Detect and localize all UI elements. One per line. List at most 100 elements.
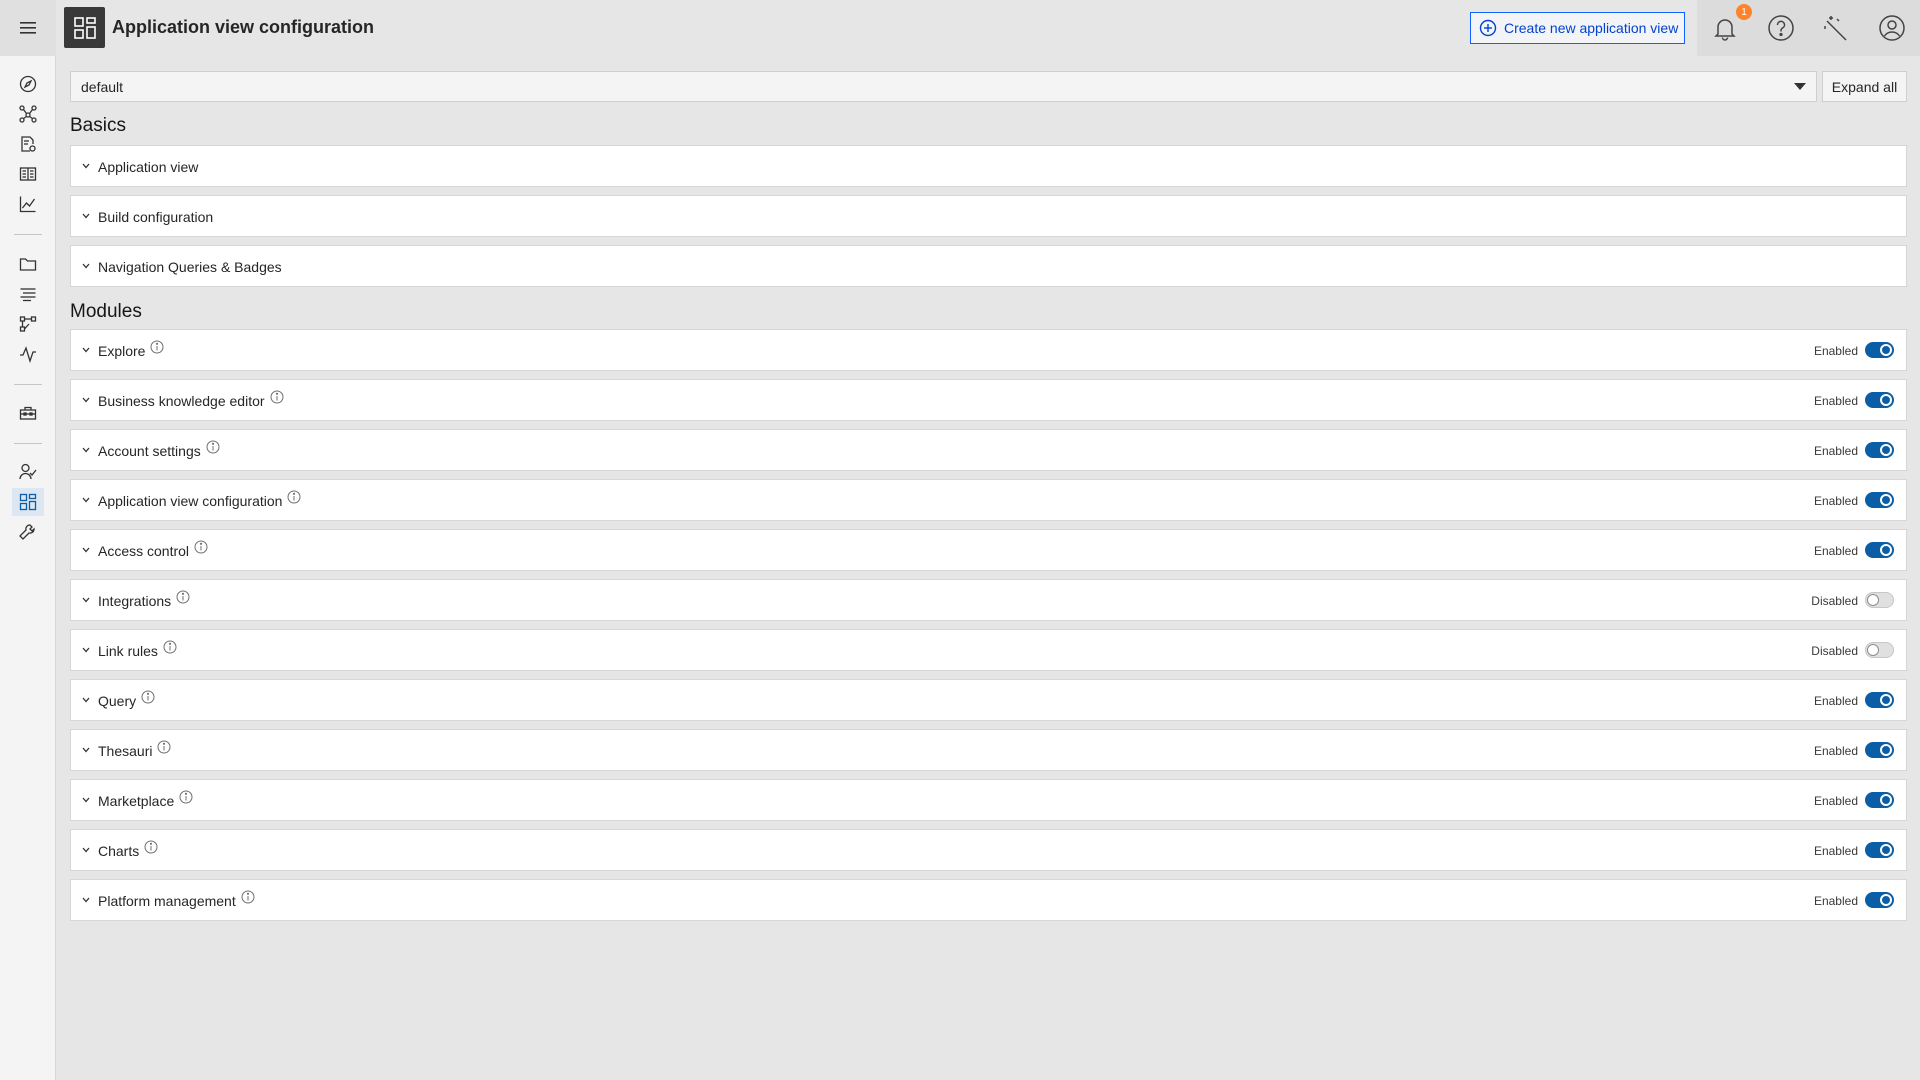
chevron-down-icon xyxy=(82,447,90,453)
module-toggle[interactable] xyxy=(1865,592,1894,608)
module-toggle[interactable] xyxy=(1865,742,1894,758)
accordion-build-configuration[interactable]: Build configuration xyxy=(70,195,1907,237)
module-row[interactable]: Platform management Enabled xyxy=(70,879,1907,921)
nav-explore[interactable] xyxy=(12,70,44,98)
module-label-wrap: Explore xyxy=(98,340,164,359)
notifications-button[interactable]: 1 xyxy=(1697,0,1753,56)
module-label: Platform management xyxy=(98,893,236,909)
toggle-knob xyxy=(1880,894,1892,906)
module-status: Enabled xyxy=(1813,394,1858,408)
module-label-wrap: Query xyxy=(98,690,155,709)
nav-folders[interactable] xyxy=(12,250,44,278)
nav-platform-tools[interactable] xyxy=(12,518,44,546)
info-icon[interactable] xyxy=(194,540,208,554)
info-icon[interactable] xyxy=(176,590,190,604)
module-toggle[interactable] xyxy=(1865,442,1894,458)
nav-catalog[interactable] xyxy=(12,160,44,188)
tools-button[interactable] xyxy=(1809,0,1865,56)
module-label: Query xyxy=(98,693,137,709)
module-row[interactable]: Business knowledge editor Enabled xyxy=(70,379,1907,421)
create-application-view-button[interactable]: Create new application view xyxy=(1470,12,1685,44)
module-label: Thesauri xyxy=(98,743,153,759)
section-title-modules: Modules xyxy=(70,301,142,322)
module-label-wrap: Thesauri xyxy=(98,740,171,759)
chevron-down-icon xyxy=(82,497,90,503)
info-icon[interactable] xyxy=(241,890,255,904)
application-view-select[interactable]: default xyxy=(70,71,1817,102)
module-toggle[interactable] xyxy=(1865,642,1894,658)
module-toggle[interactable] xyxy=(1865,842,1894,858)
module-toggle[interactable] xyxy=(1865,492,1894,508)
nav-activity[interactable] xyxy=(12,340,44,368)
nav-list[interactable] xyxy=(12,280,44,308)
module-label-wrap: Marketplace xyxy=(98,790,193,809)
nav-flow[interactable] xyxy=(12,310,44,338)
toggle-knob xyxy=(1880,344,1892,356)
chevron-down-icon xyxy=(82,547,90,553)
module-row[interactable]: Account settings Enabled xyxy=(70,429,1907,471)
module-row[interactable]: Charts Enabled xyxy=(70,829,1907,871)
accordion-navigation-queries-badges[interactable]: Navigation Queries & Badges xyxy=(70,245,1907,287)
hamburger-icon xyxy=(20,22,36,34)
toggle-knob xyxy=(1880,794,1892,806)
info-icon[interactable] xyxy=(179,790,193,804)
catalog-icon xyxy=(19,167,37,181)
info-icon[interactable] xyxy=(141,690,155,704)
nav-divider xyxy=(14,384,42,385)
module-row[interactable]: Query Enabled xyxy=(70,679,1907,721)
info-icon[interactable] xyxy=(150,340,164,354)
toolbox-icon xyxy=(19,406,37,420)
nav-user-access[interactable] xyxy=(12,458,44,486)
nav-document-settings[interactable] xyxy=(12,130,44,158)
module-row[interactable]: Thesauri Enabled xyxy=(70,729,1907,771)
module-toggle[interactable] xyxy=(1865,692,1894,708)
notification-badge: 1 xyxy=(1736,4,1752,20)
module-row[interactable]: Marketplace Enabled xyxy=(70,779,1907,821)
chevron-down-icon xyxy=(82,797,90,803)
user-profile-button[interactable] xyxy=(1864,0,1920,56)
folder-icon xyxy=(19,258,37,271)
module-row[interactable]: Explore Enabled xyxy=(70,329,1907,371)
module-row[interactable]: Access control Enabled xyxy=(70,529,1907,571)
accordion-label: Application view xyxy=(98,159,199,175)
module-toggle[interactable] xyxy=(1865,342,1894,358)
chevron-down-icon xyxy=(82,397,90,403)
module-status: Disabled xyxy=(1811,594,1858,608)
chevron-down-icon xyxy=(82,747,90,753)
module-row[interactable]: Integrations Disabled xyxy=(70,579,1907,621)
module-toggle[interactable] xyxy=(1865,792,1894,808)
compass-icon xyxy=(19,75,37,93)
chevron-down-icon xyxy=(82,263,90,269)
nav-toolbox[interactable] xyxy=(12,399,44,427)
module-toggle[interactable] xyxy=(1865,392,1894,408)
help-button[interactable] xyxy=(1753,0,1809,56)
module-label: Charts xyxy=(98,843,140,859)
module-row[interactable]: Application view configuration Enabled xyxy=(70,479,1907,521)
info-icon[interactable] xyxy=(157,740,171,754)
toggle-knob xyxy=(1867,594,1879,606)
add-circle-icon xyxy=(1479,19,1497,37)
module-status: Enabled xyxy=(1813,494,1858,508)
module-toggle[interactable] xyxy=(1865,542,1894,558)
module-toggle[interactable] xyxy=(1865,892,1894,908)
accordion-application-view[interactable]: Application view xyxy=(70,145,1907,187)
nav-graph[interactable] xyxy=(12,100,44,128)
info-icon[interactable] xyxy=(206,440,220,454)
page-title: Application view configuration xyxy=(112,17,375,37)
info-icon[interactable] xyxy=(287,490,301,504)
nav-application-view-configuration[interactable] xyxy=(12,488,44,516)
module-label: Link rules xyxy=(98,643,158,659)
info-icon[interactable] xyxy=(270,390,284,404)
toggle-knob xyxy=(1880,444,1892,456)
module-label: Access control xyxy=(98,543,190,559)
module-label: Account settings xyxy=(98,443,201,459)
list-icon xyxy=(20,288,36,302)
nav-analytics[interactable] xyxy=(12,190,44,218)
menu-button[interactable] xyxy=(0,0,56,56)
expand-all-button[interactable]: Expand all xyxy=(1822,71,1907,102)
info-icon[interactable] xyxy=(144,840,158,854)
module-row[interactable]: Link rules Disabled xyxy=(70,629,1907,671)
info-icon[interactable] xyxy=(163,640,177,654)
line-chart-icon xyxy=(19,196,36,213)
accordion-label: Build configuration xyxy=(98,209,214,225)
